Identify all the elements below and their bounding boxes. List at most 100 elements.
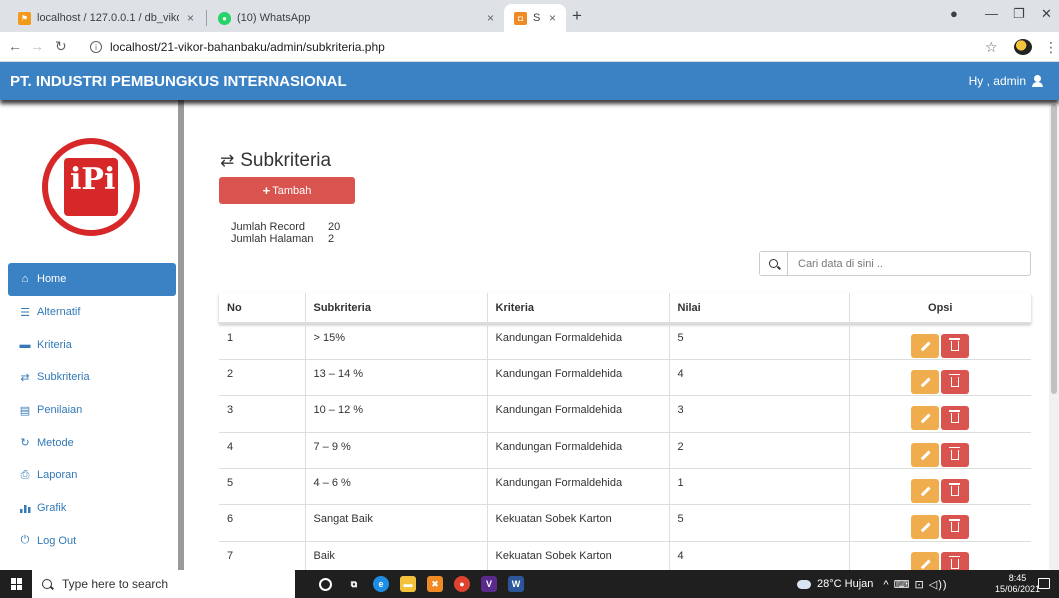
sidebar-item-home[interactable]: ⌂ Home	[8, 263, 176, 296]
file-explorer-icon[interactable]: ▬	[400, 576, 416, 592]
edit-button[interactable]	[911, 334, 940, 358]
word-icon[interactable]: W	[508, 576, 524, 592]
sidebar-item-label: Subkriteria	[37, 371, 90, 384]
delete-button[interactable]	[941, 369, 970, 394]
windows-start-icon[interactable]	[11, 578, 23, 590]
sidebar-item-label: Kriteria	[37, 338, 72, 351]
taskbar-clock[interactable]: 8:45 15/06/2021	[995, 573, 1040, 595]
sidebar-item-metode[interactable]: ↻ Metode	[8, 426, 176, 459]
taskbar: Type here to search ⧉ e ▬ ✖ ● V W 28°C H…	[0, 570, 1059, 598]
trash-icon	[949, 446, 961, 460]
delete-button[interactable]	[941, 442, 970, 467]
search-icon	[42, 579, 52, 589]
edit-button[interactable]	[911, 369, 940, 394]
xampp-icon[interactable]: ✖	[427, 576, 443, 592]
close-window-icon[interactable]: ✕	[1041, 6, 1052, 22]
edit-button[interactable]	[911, 551, 940, 570]
sidebar-item-label: Alternatif	[37, 306, 81, 319]
sidebar-item-kriteria[interactable]: ▬ Kriteria	[8, 328, 176, 361]
edge-icon[interactable]: e	[373, 576, 389, 592]
maximize-icon[interactable]: ❐	[1013, 6, 1025, 22]
user-menu[interactable]: Hy , admin	[969, 74, 1043, 88]
taskbar-search-placeholder: Type here to search	[62, 577, 169, 591]
new-tab-button[interactable]: +	[572, 7, 582, 24]
cell-no: 7	[219, 540, 305, 570]
trash-icon	[949, 483, 961, 497]
bookmark-star-icon[interactable]: ☆	[985, 39, 998, 56]
minimize-icon[interactable]: —	[985, 6, 998, 21]
edit-button[interactable]	[911, 479, 940, 504]
cell-no: 3	[219, 395, 305, 433]
record-count-label: Jumlah Record	[231, 221, 305, 233]
weather-text[interactable]: 28°C Hujan	[817, 578, 873, 590]
sidebar-item-logout[interactable]: ⏻ Log Out	[8, 525, 176, 558]
sidebar-item-penilaian[interactable]: ▤ Penilaian	[8, 394, 176, 427]
exchange-icon: ⇄	[220, 151, 235, 170]
browser-tab-bar: ⚑ localhost / 127.0.0.1 / db_vikor_b × ●…	[0, 0, 1059, 32]
task-view-icon[interactable]: ⧉	[346, 576, 362, 592]
cell-opsi	[848, 431, 1031, 469]
brand-title[interactable]: PT. INDUSTRI PEMBUNGKUS INTERNASIONAL	[10, 73, 347, 90]
sidebar-item-label: Penilaian	[37, 404, 83, 417]
delete-button[interactable]	[941, 334, 970, 358]
delete-button[interactable]	[941, 551, 970, 570]
add-button[interactable]: + Tambah	[219, 177, 355, 204]
forward-icon[interactable]: →	[30, 38, 44, 54]
cell-kriteria: Kandungan Formaldehida	[486, 395, 669, 433]
extension-icon[interactable]	[1014, 39, 1032, 55]
cell-subkriteria: Sangat Baik	[304, 504, 487, 542]
browser-menu-icon[interactable]: ⋮	[1044, 39, 1058, 56]
search-button[interactable]	[760, 252, 788, 275]
delete-button[interactable]	[941, 515, 970, 540]
tab-phpmyadmin[interactable]: ⚑ localhost / 127.0.0.1 / db_vikor_b ×	[8, 4, 204, 32]
trash-icon	[949, 519, 961, 533]
tab-whatsapp[interactable]: ● (10) WhatsApp ×	[208, 4, 504, 32]
sidebar-item-grafik[interactable]: Grafik	[8, 492, 176, 525]
cortana-icon[interactable]	[319, 578, 332, 591]
cell-kriteria: Kandungan Formaldehida	[486, 358, 669, 396]
sidebar-item-label: Laporan	[37, 469, 78, 482]
column-header-nilai: Nilai	[668, 293, 849, 324]
home-icon: ⌂	[21, 273, 29, 286]
chrome-icon[interactable]: ●	[454, 576, 470, 592]
tab-close-icon[interactable]: ×	[549, 11, 556, 25]
column-header-opsi: Opsi	[848, 293, 1031, 324]
cell-opsi	[848, 504, 1031, 542]
visio-icon[interactable]: V	[481, 576, 497, 592]
cell-nilai: 1	[668, 468, 849, 505]
page-title: ⇄ Subkriteria	[220, 150, 331, 172]
page-scrollbar[interactable]	[1049, 100, 1059, 570]
trash-icon	[949, 373, 961, 387]
exchange-icon: ⇄	[20, 371, 30, 384]
cell-opsi	[848, 468, 1031, 505]
delete-button[interactable]	[941, 479, 970, 504]
url-field[interactable]: i localhost/21-vikor-bahanbaku/admin/sub…	[90, 37, 1000, 57]
profile-icon[interactable]: ●	[950, 6, 958, 21]
sidebar-item-alternatif[interactable]: ☰ Alternatif	[8, 296, 176, 329]
edit-button[interactable]	[911, 406, 940, 431]
tab-close-icon[interactable]: ×	[187, 11, 194, 25]
record-count-value: 20	[328, 221, 341, 233]
reload-icon[interactable]: ↻	[55, 38, 67, 55]
scrollbar-thumb[interactable]	[1051, 104, 1057, 394]
info-icon[interactable]: i	[90, 41, 102, 53]
search-icon	[769, 259, 778, 268]
delete-button[interactable]	[941, 406, 970, 431]
cell-nilai: 2	[668, 431, 849, 469]
taskbar-search[interactable]: Type here to search	[32, 570, 295, 598]
notification-icon[interactable]	[1038, 578, 1050, 589]
cell-kriteria: Kandungan Formaldehida	[486, 322, 669, 360]
tab-close-icon[interactable]: ×	[487, 11, 494, 25]
search-input[interactable]	[788, 252, 1030, 275]
sidebar-item-laporan[interactable]: ⎙ Laporan	[8, 459, 176, 492]
sidebar-item-subkriteria[interactable]: ⇄ Subkriteria	[8, 361, 176, 394]
tray-icons[interactable]: ^ ⌨ ⊡ ◁))	[883, 578, 947, 591]
tab-spk[interactable]: ◘ SISTEM PENDUKUNG KEPUTUSA ×	[504, 4, 566, 32]
edit-button[interactable]	[911, 515, 940, 540]
edit-button[interactable]	[911, 442, 940, 467]
trash-icon	[949, 338, 961, 351]
table-row: 2 13 – 14 % Kandungan Formaldehida 4	[219, 358, 1031, 396]
back-icon[interactable]: ←	[8, 38, 22, 54]
cell-subkriteria: 4 – 6 %	[304, 468, 487, 505]
record-stats: Jumlah Record 20 Jumlah Halaman 2	[231, 221, 340, 245]
